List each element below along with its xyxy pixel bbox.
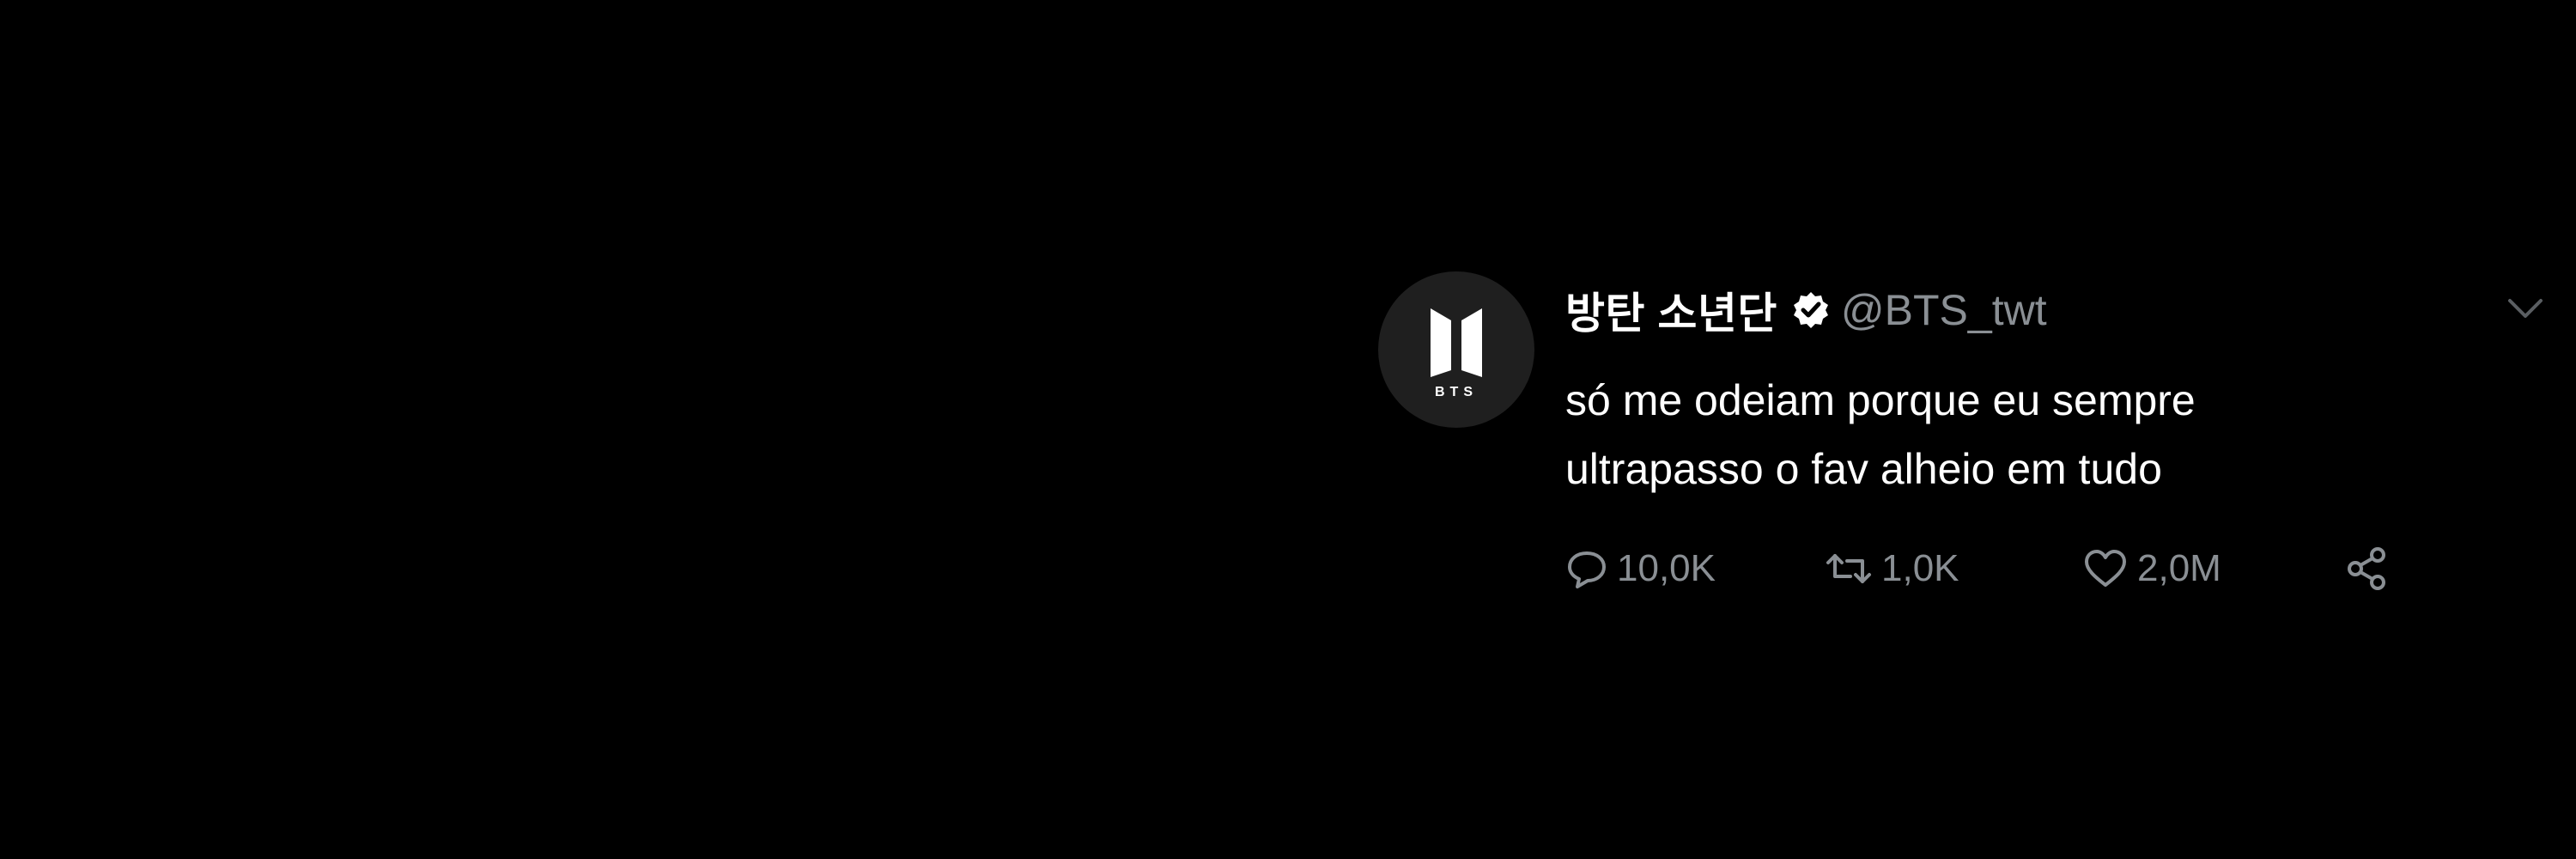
tweet-text-line: só me odeiam porque eu sempre — [1565, 376, 2196, 424]
speech-bubble-icon — [1568, 551, 1606, 588]
tweet-text: só me odeiam porque eu sempre ultrapasso… — [1565, 366, 2493, 503]
reply-count: 10,0K — [1617, 547, 1716, 589]
avatar-label: BTS — [1435, 385, 1478, 399]
chevron-down-icon[interactable] — [2505, 294, 2546, 323]
verified-badge-icon — [1791, 290, 1831, 330]
user-handle[interactable]: @BTS_twt — [1841, 285, 2047, 335]
retweet-button[interactable]: 1,0K — [1825, 543, 1959, 594]
share-nodes-icon — [2348, 547, 2385, 590]
tweet-text-line: ultrapasso o fav alheio em tudo — [1565, 445, 2162, 493]
avatar[interactable]: BTS — [1378, 271, 1534, 428]
display-name[interactable]: 방탄 소년단 — [1565, 279, 1777, 341]
retweet-count: 1,0K — [1881, 547, 1959, 589]
tweet-header: 방탄 소년단 @BTS_twt — [1565, 280, 2047, 340]
like-count: 2,0M — [2137, 547, 2221, 589]
tweet-card: BTS 방탄 소년단 @BTS_twt só me odeiam porque … — [1378, 268, 2546, 629]
reply-button[interactable]: 10,0K — [1565, 543, 1716, 594]
retweet-arrows-icon — [1826, 554, 1871, 583]
heart-icon — [2085, 550, 2126, 587]
share-button[interactable] — [2343, 543, 2400, 594]
tweet-actions: 10,0K 1,0K 2,0M — [1565, 543, 2424, 594]
bts-logo-icon: BTS — [1431, 308, 1482, 399]
like-button[interactable]: 2,0M — [2082, 543, 2221, 594]
